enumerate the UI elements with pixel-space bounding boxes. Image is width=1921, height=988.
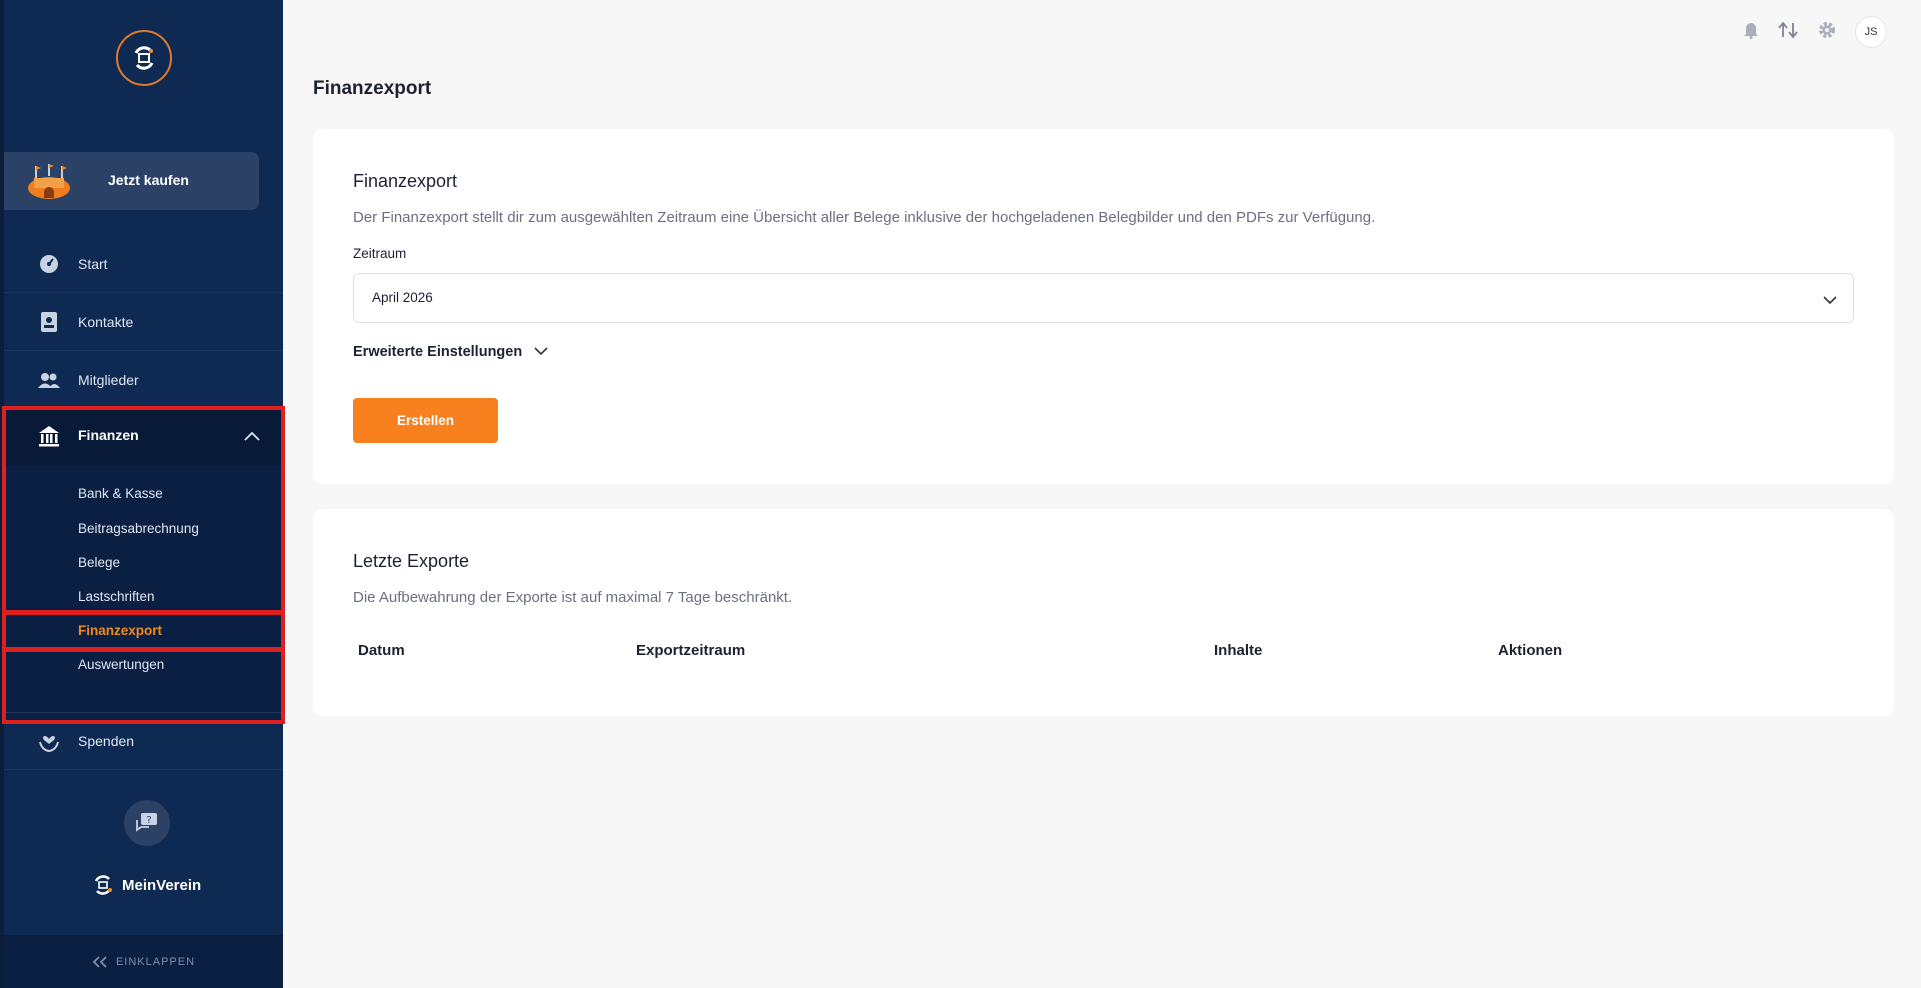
top-toolbar: JS [1743,16,1887,48]
bell-icon[interactable] [1743,21,1759,44]
buy-now-button[interactable]: Jetzt kaufen [4,152,259,210]
logo-icon [134,46,154,70]
sidebar-subitem-auswertungen[interactable]: Auswertungen [78,657,164,672]
bank-icon [38,425,60,452]
column-header-datum: Datum [358,642,405,659]
card-title: Letzte Exporte [353,551,470,571]
help-chat-icon: ? [136,813,157,832]
sort-arrows-icon[interactable] [1777,21,1799,43]
card-title: Finanzexport [353,171,458,191]
finanzexport-card: Finanzexport Der Finanzexport stellt dir… [313,129,1894,484]
sidebar-subitem-lastschriften[interactable]: Lastschriften [78,589,155,604]
period-select[interactable]: April 2026 [353,273,1854,323]
brand-name: MeinVerein [122,876,202,894]
chevron-up-icon[interactable] [244,428,260,446]
chevron-down-icon [1823,292,1837,310]
buy-now-label: Jetzt kaufen [108,172,189,188]
card-description: Der Finanzexport stellt dir zum ausgewäh… [353,209,1376,226]
double-chevron-left-icon [92,955,107,968]
column-header-exportzeitraum: Exportzeitraum [636,642,746,659]
sidebar-subitem-belege[interactable]: Belege [78,555,120,570]
advanced-settings-label: Erweiterte Einstellungen [353,344,523,360]
period-label: Zeitraum [353,246,407,261]
sidebar-item-label: Start [78,255,108,272]
finanzen-section: Finanzen Bank & Kasse Beitragsabrechnung… [4,406,283,722]
brand-logo: MeinVerein [92,874,201,896]
column-header-aktionen: Aktionen [1498,642,1563,659]
contact-card-icon [38,311,60,333]
user-avatar[interactable]: JS [1855,16,1887,48]
sidebar-item-label: Spenden [78,733,135,749]
column-header-inhalte: Inhalte [1214,642,1263,659]
svg-text:?: ? [146,815,151,826]
sidebar-item-kontakte[interactable]: Kontakte [4,293,283,351]
chevron-down-icon [534,344,548,360]
castle-icon [28,164,70,199]
page-title: Finanzexport [313,78,432,99]
dashboard-icon [38,253,60,275]
sidebar-item-label: Kontakte [78,313,134,330]
sidebar-subitem-finanzexport[interactable]: Finanzexport [78,623,162,638]
donation-hand-icon [38,730,60,752]
brand-icon [94,875,112,895]
app-logo[interactable] [116,30,172,86]
create-export-button[interactable]: Erstellen [353,398,498,443]
members-icon [38,369,60,391]
sidebar-item-finanzen[interactable]: Finanzen [4,406,283,466]
collapse-sidebar-button[interactable]: EINKLAPPEN [4,935,283,988]
sidebar-item-spenden[interactable]: Spenden [4,712,283,770]
card-description: Die Aufbewahrung der Exporte ist auf max… [353,589,793,606]
sidebar-item-label: Finanzen [78,427,139,443]
gear-icon[interactable] [1817,20,1837,45]
sidebar-item-mitglieder[interactable]: Mitglieder [4,351,283,409]
collapse-label: EINKLAPPEN [115,955,196,968]
sidebar-item-label: Mitglieder [78,371,139,388]
sidebar: Jetzt kaufen Start Kontakte Mitglieder F… [0,0,283,988]
period-select-value: April 2026 [372,290,433,305]
sidebar-subitem-beitragsabrechnung[interactable]: Beitragsabrechnung [78,521,199,536]
sidebar-item-start[interactable]: Start [4,235,283,293]
advanced-settings-toggle[interactable]: Erweiterte Einstellungen [353,344,548,360]
sidebar-subitem-bank-kasse[interactable]: Bank & Kasse [78,486,163,501]
help-chat-button[interactable]: ? [124,800,170,846]
recent-exports-card: Letzte Exporte Die Aufbewahrung der Expo… [313,509,1894,716]
